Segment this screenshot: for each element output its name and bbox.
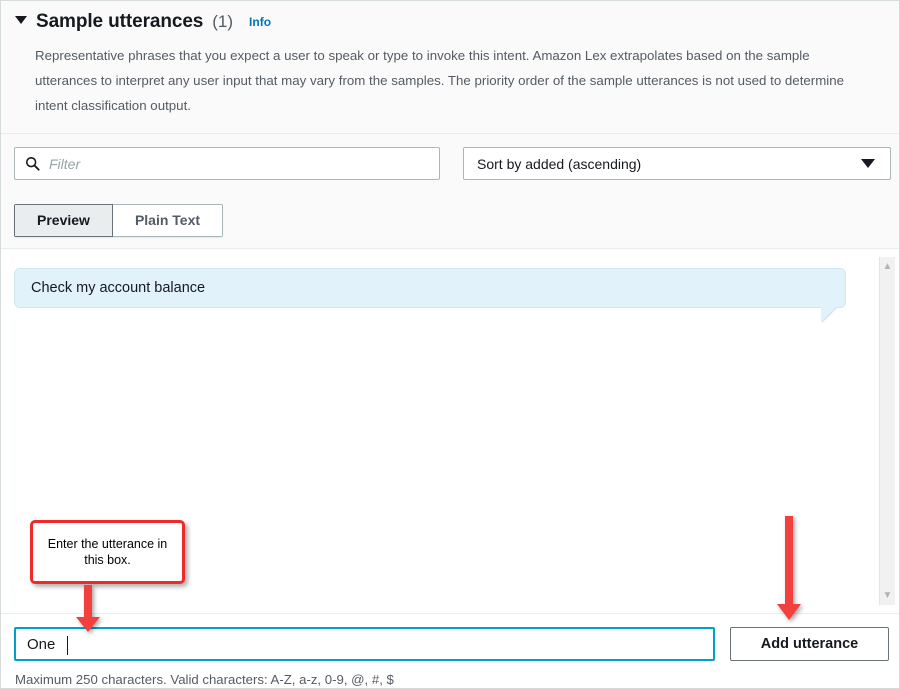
utterance-input[interactable]	[27, 635, 687, 653]
sort-select-value: Sort by added (ascending)	[477, 155, 642, 172]
preview-scrollbar[interactable]: ▲ ▼	[879, 257, 895, 605]
sample-utterances-panel: Sample utterances (1) Info Representativ…	[0, 0, 900, 689]
annotation-callout: Enter the utterance in this box.	[30, 520, 185, 584]
bubble-tail	[821, 306, 837, 322]
filter-box[interactable]	[14, 147, 440, 180]
list-item[interactable]: Check my account balance	[14, 268, 846, 308]
utterance-count: (1)	[212, 12, 234, 31]
chevron-down-icon	[861, 159, 875, 168]
add-utterance-row: Add utterance Maximum 250 characters. Va…	[1, 614, 899, 688]
chevron-up-icon[interactable]: ▲	[880, 259, 895, 274]
arrow-down-icon	[76, 585, 100, 632]
page-title: Sample utterances	[36, 11, 204, 32]
add-utterance-button[interactable]: Add utterance	[730, 627, 889, 661]
utterances-toolbar: Sort by added (ascending) Preview Plain …	[1, 134, 899, 248]
section-description: Representative phrases that you expect a…	[35, 48, 845, 113]
utterance-input-wrapper[interactable]	[14, 627, 715, 661]
input-helper-text: Maximum 250 characters. Valid characters…	[15, 672, 394, 687]
tab-plain-text[interactable]: Plain Text	[112, 204, 224, 237]
tab-preview[interactable]: Preview	[14, 204, 113, 237]
caret-down-icon[interactable]	[15, 16, 27, 24]
search-input[interactable]	[49, 155, 419, 172]
sort-select[interactable]: Sort by added (ascending)	[463, 147, 891, 180]
section-header: Sample utterances (1) Info Representativ…	[1, 1, 899, 133]
arrow-down-icon	[777, 516, 801, 620]
info-link[interactable]: Info	[249, 15, 271, 29]
search-icon	[25, 156, 40, 171]
title-row: Sample utterances (1) Info	[15, 11, 271, 33]
view-mode-tabs: Preview Plain Text	[14, 204, 224, 237]
chevron-down-icon[interactable]: ▼	[880, 588, 895, 603]
text-cursor	[67, 636, 68, 655]
